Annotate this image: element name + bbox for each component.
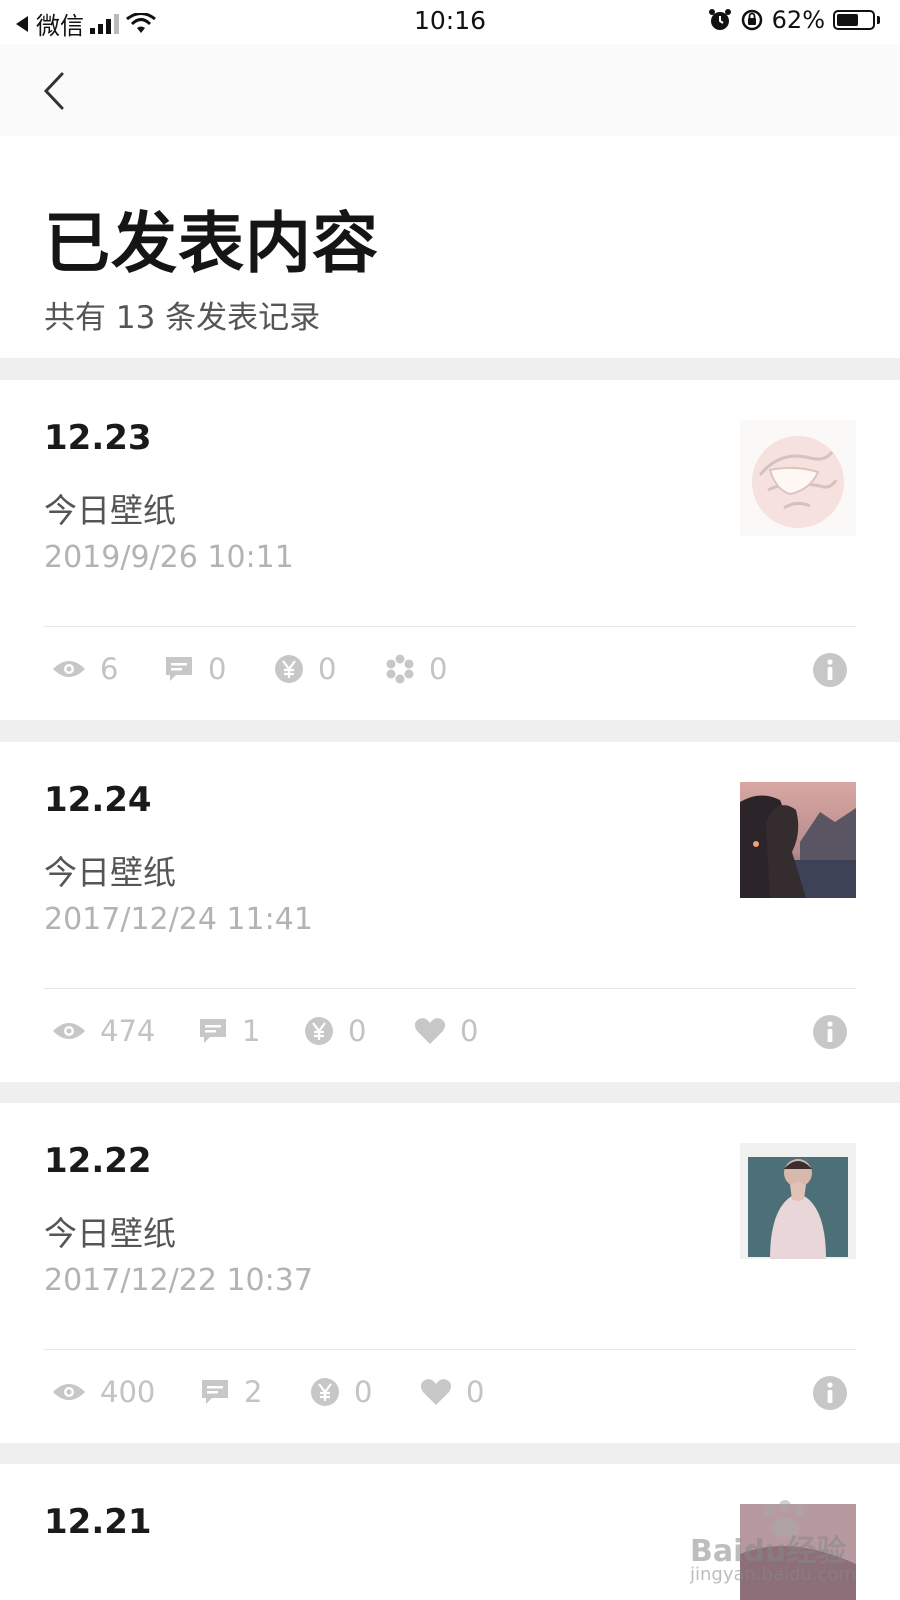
alarm-icon [708,9,731,30]
page-subtitle: 共有 13 条发表记录 [44,300,321,336]
likes-count: 0 [460,1014,479,1048]
views-metric: 474 [52,1014,155,1048]
post-timestamp: 2017/12/24 11:41 [44,902,313,937]
nav-bar [0,44,900,136]
post-description: 今日壁纸 [44,1214,176,1253]
watermark: Baidu经验 jingyan.baidu.com [690,1500,890,1590]
rewards-metric: 0 [304,1014,366,1048]
comment-icon [200,1019,226,1043]
comments-metric: 1 [198,1014,260,1048]
views-metric: 400 [52,1375,155,1409]
watermark-url: jingyan.baidu.com [690,1564,857,1585]
card-separator [44,1349,856,1350]
heart-icon [414,1018,446,1044]
rewards-metric: 0 [310,1375,372,1409]
rewards-count: 0 [348,1014,367,1048]
post-thumbnail[interactable] [740,1143,856,1259]
card-separator [44,626,856,627]
rewards-count: 0 [318,652,337,686]
likes-count: 0 [429,652,448,686]
info-button[interactable] [812,1014,848,1050]
info-icon [813,1015,847,1049]
views-count: 474 [100,1014,156,1048]
section-divider [0,1442,900,1464]
comments-metric: 0 [164,652,226,686]
status-bar: 微信 10:16 62% [0,0,900,44]
post-card[interactable]: 12.23 今日壁纸 2019/9/26 10:11 6 0 0 0 [0,380,900,720]
views-count: 6 [100,652,119,686]
card-separator [44,988,856,989]
status-right: 62% [708,6,880,34]
rewards-metric: 0 [274,652,336,686]
likes-metric: 0 [420,1375,484,1409]
info-button[interactable] [812,652,848,688]
eye-icon [53,1384,85,1400]
post-title: 12.21 [44,1502,152,1542]
post-card[interactable]: 12.24 今日壁纸 2017/12/24 11:41 474 1 0 0 [0,742,900,1082]
post-title: 12.22 [44,1141,152,1181]
page-title: 已发表内容 [44,205,379,282]
likes-metric: 0 [385,652,447,686]
eye-icon [53,661,85,677]
battery-icon [833,10,875,30]
yuan-icon [311,1378,339,1406]
post-title: 12.24 [44,780,152,820]
info-icon [813,653,847,687]
yuan-icon [305,1017,333,1045]
yuan-icon [275,655,303,683]
comments-count: 2 [244,1375,263,1409]
comment-icon [166,657,192,681]
section-divider [0,358,900,380]
flower-icon [386,654,414,684]
section-divider [0,720,900,742]
info-icon [813,1376,847,1410]
comment-icon [202,1380,228,1404]
hands-illustration [740,420,856,536]
post-thumbnail[interactable] [740,782,856,898]
post-title: 12.23 [44,418,152,458]
rotation-lock-icon [741,9,762,31]
likes-metric: 0 [414,1014,478,1048]
post-description: 今日壁纸 [44,853,176,892]
views-count: 400 [100,1375,156,1409]
section-divider [0,1081,900,1103]
post-timestamp: 2017/12/22 10:37 [44,1263,313,1298]
rewards-count: 0 [354,1375,373,1409]
comments-count: 0 [208,652,227,686]
post-thumbnail[interactable] [740,420,856,536]
info-button[interactable] [812,1375,848,1411]
back-button[interactable] [36,66,76,116]
likes-count: 0 [466,1375,485,1409]
battery-cap [877,16,880,24]
comments-metric: 2 [200,1375,262,1409]
comments-count: 1 [242,1014,261,1048]
polaroid-portrait-photo [740,1143,856,1259]
views-metric: 6 [52,652,118,686]
post-card[interactable]: 12.22 今日壁纸 2017/12/22 10:37 400 2 0 0 [0,1103,900,1443]
battery-percent: 62% [771,6,825,34]
heart-icon [420,1379,452,1405]
post-timestamp: 2019/9/26 10:11 [44,540,294,575]
sunset-couple-photo [740,782,856,898]
chevron-left-icon [43,72,64,110]
eye-icon [53,1023,85,1039]
battery-fill [837,14,858,26]
post-description: 今日壁纸 [44,491,176,530]
